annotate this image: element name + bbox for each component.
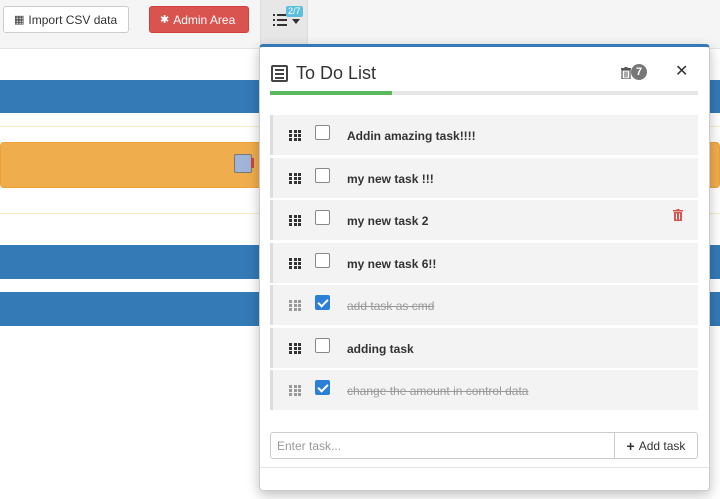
import-csv-label: Import CSV data (28, 12, 118, 27)
todo-progress-badge: 2/7 (286, 6, 303, 17)
todo-item: adding task (270, 327, 698, 368)
progress-bar-fill (270, 91, 393, 95)
drag-handle-icon[interactable] (289, 215, 301, 226)
book-icon[interactable] (234, 154, 254, 173)
todo-item: my new task 6!! (270, 242, 698, 283)
gear-icon: ✱ (160, 14, 170, 26)
drag-handle-icon[interactable] (289, 385, 301, 396)
task-label: change the amount in control data (347, 384, 529, 398)
task-checkbox[interactable] (315, 252, 330, 268)
add-task-button[interactable]: + Add task (614, 432, 698, 459)
grid-icon: ▦ (14, 14, 25, 26)
admin-area-button[interactable]: ✱ Admin Area (149, 6, 249, 33)
drag-handle-icon[interactable] (289, 130, 301, 141)
admin-area-label: Admin Area (173, 12, 236, 27)
trash-icon[interactable] (621, 67, 631, 79)
task-input[interactable] (270, 432, 615, 459)
task-label: add task as cmd (347, 299, 435, 313)
task-checkbox[interactable] (315, 380, 330, 395)
todo-item: add task as cmd (270, 285, 698, 325)
caret-down-icon (292, 19, 300, 24)
task-label: Addin amazing task!!!! (347, 129, 476, 143)
todo-item: my new task !!! (270, 157, 698, 198)
progress-bar (270, 91, 698, 95)
import-csv-button[interactable]: ▦ Import CSV data (3, 6, 129, 33)
drag-handle-icon[interactable] (289, 257, 301, 269)
plus-icon: + (626, 437, 635, 454)
todo-dropdown-toggle[interactable]: 2/7 (260, 0, 308, 44)
close-icon[interactable]: ✕ (675, 61, 688, 81)
task-label: my new task !!! (347, 171, 434, 186)
task-checkbox[interactable] (315, 167, 330, 183)
drag-handle-icon[interactable] (289, 300, 301, 311)
task-checkbox[interactable] (315, 210, 330, 225)
todo-item: my new task 2 (270, 200, 698, 240)
add-task-label: Add task (638, 438, 686, 453)
task-label: adding task (347, 341, 414, 356)
task-checkbox[interactable] (315, 295, 330, 310)
list-icon (273, 14, 287, 26)
task-label: my new task 6!! (347, 256, 437, 271)
top-toolbar: ▦ Import CSV data ✱ Admin Area 2/7 (0, 0, 720, 49)
todo-popover: To Do List 7 ✕ Addin amazing task!!!! my … (259, 44, 710, 491)
add-task-row: + Add task (270, 432, 698, 459)
todo-item: change the amount in control data (270, 370, 698, 410)
todo-item: Addin amazing task!!!! (270, 115, 698, 155)
task-count-badge: 7 (631, 64, 648, 80)
drag-handle-icon[interactable] (289, 172, 301, 184)
task-label: my new task 2 (347, 214, 429, 228)
drag-handle-icon[interactable] (289, 342, 301, 354)
task-checkbox[interactable] (315, 125, 330, 140)
task-checkbox[interactable] (315, 337, 330, 353)
todo-title: To Do List (296, 63, 377, 83)
list-alt-icon (271, 65, 288, 82)
delete-task-icon[interactable] (673, 209, 683, 221)
divider (260, 467, 709, 468)
todo-list: Addin amazing task!!!! my new task !!! my … (270, 115, 698, 413)
